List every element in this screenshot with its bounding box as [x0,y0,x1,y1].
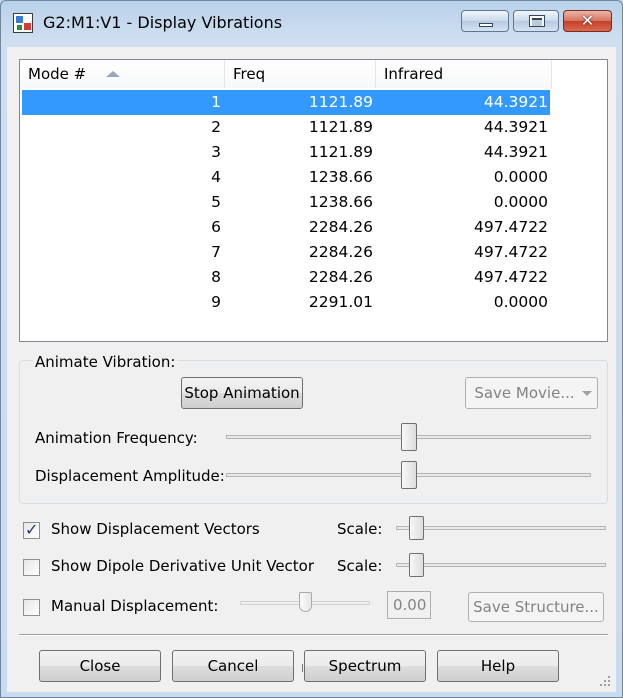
resize-grip-icon[interactable] [600,676,610,686]
infrared-cell: 44.3921 [483,143,548,161]
column-header-infrared[interactable]: Infrared [376,60,552,88]
infrared-cell: 497.4722 [474,243,548,261]
freq-cell: 1238.66 [308,168,373,186]
maximize-button[interactable] [513,10,559,32]
infrared-cell: 497.4722 [474,218,548,236]
list-header: Mode # Freq Infrared [20,60,607,88]
infrared-cell: 0.0000 [493,193,548,211]
title-bar[interactable]: G2:M1:V1 - Display Vibrations ✕ [1,1,622,47]
save-movie-label: Save Movie... [474,384,575,402]
manual-displacement-slider[interactable] [299,592,312,612]
infrared-cell: 44.3921 [483,118,548,136]
mode-cell: 4 [211,168,221,186]
show-displacement-vectors-label: Show Displacement Vectors [51,520,260,538]
dipole-scale-slider[interactable] [409,553,424,577]
animate-vibration-label: Animate Vibration: [33,353,178,371]
freq-cell: 1121.89 [308,118,373,136]
manual-displacement-label: Manual Displacement: [51,597,219,615]
table-row[interactable]: 1 1121.89 44.3921 [20,90,607,115]
manual-displacement-value-field[interactable]: 0.00 [387,591,431,619]
infrared-cell: 0.0000 [493,168,548,186]
maximize-icon [529,15,545,27]
column-header-infrared-label: Infrared [384,65,444,83]
spectrum-button[interactable]: Spectrum [304,650,426,682]
mode-cell: 7 [211,243,221,261]
vectors-scale-label: Scale: [337,520,383,538]
displacement-amplitude-label: Displacement Amplitude: [35,467,225,485]
animation-frequency-label: Animation Frequency: [35,429,198,447]
table-row[interactable]: 6 2284.26 497.4722 [20,215,607,240]
manual-displacement-checkbox[interactable] [23,599,40,616]
mode-cell: 8 [211,268,221,286]
mode-cell: 9 [211,293,221,311]
dialog-client-area: Mode # Freq Infrared 1 1121.89 44.3921 2 112… [7,47,616,692]
freq-cell: 2284.26 [308,218,373,236]
save-movie-button[interactable]: Save Movie... [465,377,598,409]
animation-frequency-slider[interactable] [400,423,417,451]
freq-cell: 1238.66 [308,193,373,211]
show-displacement-vectors-checkbox[interactable]: ✓ [23,520,40,539]
column-header-freq[interactable]: Freq [225,60,376,88]
mode-cell: 5 [211,193,221,211]
column-header-freq-label: Freq [233,65,266,83]
list-body: 1 1121.89 44.3921 2 1121.89 44.3921 3 1121.89 44… [20,90,607,315]
freq-cell: 1121.89 [308,93,373,111]
app-icon [13,13,33,33]
display-vibrations-window: G2:M1:V1 - Display Vibrations ✕ Mode # F… [0,0,623,698]
vibration-modes-list[interactable]: Mode # Freq Infrared 1 1121.89 44.3921 2 112… [19,59,608,342]
save-structure-button[interactable]: Save Structure... [468,592,604,622]
dipole-scale-track [396,563,606,567]
mode-cell: 3 [211,143,221,161]
infrared-cell: 44.3921 [483,93,548,111]
freq-cell: 2284.26 [308,268,373,286]
table-row[interactable]: 4 1238.66 0.0000 [20,165,607,190]
close-window-button[interactable]: ✕ [563,10,612,32]
vectors-scale-track [396,526,606,530]
freq-cell: 1121.89 [308,143,373,161]
displacement-amplitude-slider[interactable] [400,461,417,489]
checkmark-icon: ✓ [25,520,39,539]
table-row[interactable]: 7 2284.26 497.4722 [20,240,607,265]
cancel-button[interactable]: Cancel [172,650,294,682]
window-title: G2:M1:V1 - Display Vibrations [43,13,283,32]
table-row[interactable]: 5 1238.66 0.0000 [20,190,607,215]
infrared-cell: 0.0000 [493,293,548,311]
mode-cell: 2 [211,118,221,136]
column-header-mode-label: Mode # [28,65,87,83]
infrared-cell: 497.4722 [474,268,548,286]
divider [19,634,608,636]
freq-cell: 2284.26 [308,243,373,261]
show-dipole-derivative-checkbox[interactable] [23,559,40,576]
help-button[interactable]: Help [437,650,559,682]
mode-cell: 1 [211,93,221,111]
table-row[interactable]: 8 2284.26 497.4722 [20,265,607,290]
chevron-down-icon [582,391,592,396]
sort-ascending-icon [106,71,120,77]
close-icon: ✕ [580,11,595,30]
stop-animation-button[interactable]: Stop Animation [181,377,303,409]
table-row[interactable]: 9 2291.01 0.0000 [20,290,607,315]
close-button[interactable]: Close [39,650,161,682]
mode-cell: 6 [211,218,221,236]
vectors-scale-slider[interactable] [409,516,424,540]
column-header-mode[interactable]: Mode # [20,60,225,88]
minimize-icon [479,23,493,27]
table-row[interactable]: 2 1121.89 44.3921 [20,115,607,140]
minimize-button[interactable] [461,10,509,32]
freq-cell: 2291.01 [308,293,373,311]
show-dipole-derivative-label: Show Dipole Derivative Unit Vector [51,557,315,575]
dipole-scale-label: Scale: [337,557,383,575]
table-row[interactable]: 3 1121.89 44.3921 [20,140,607,165]
